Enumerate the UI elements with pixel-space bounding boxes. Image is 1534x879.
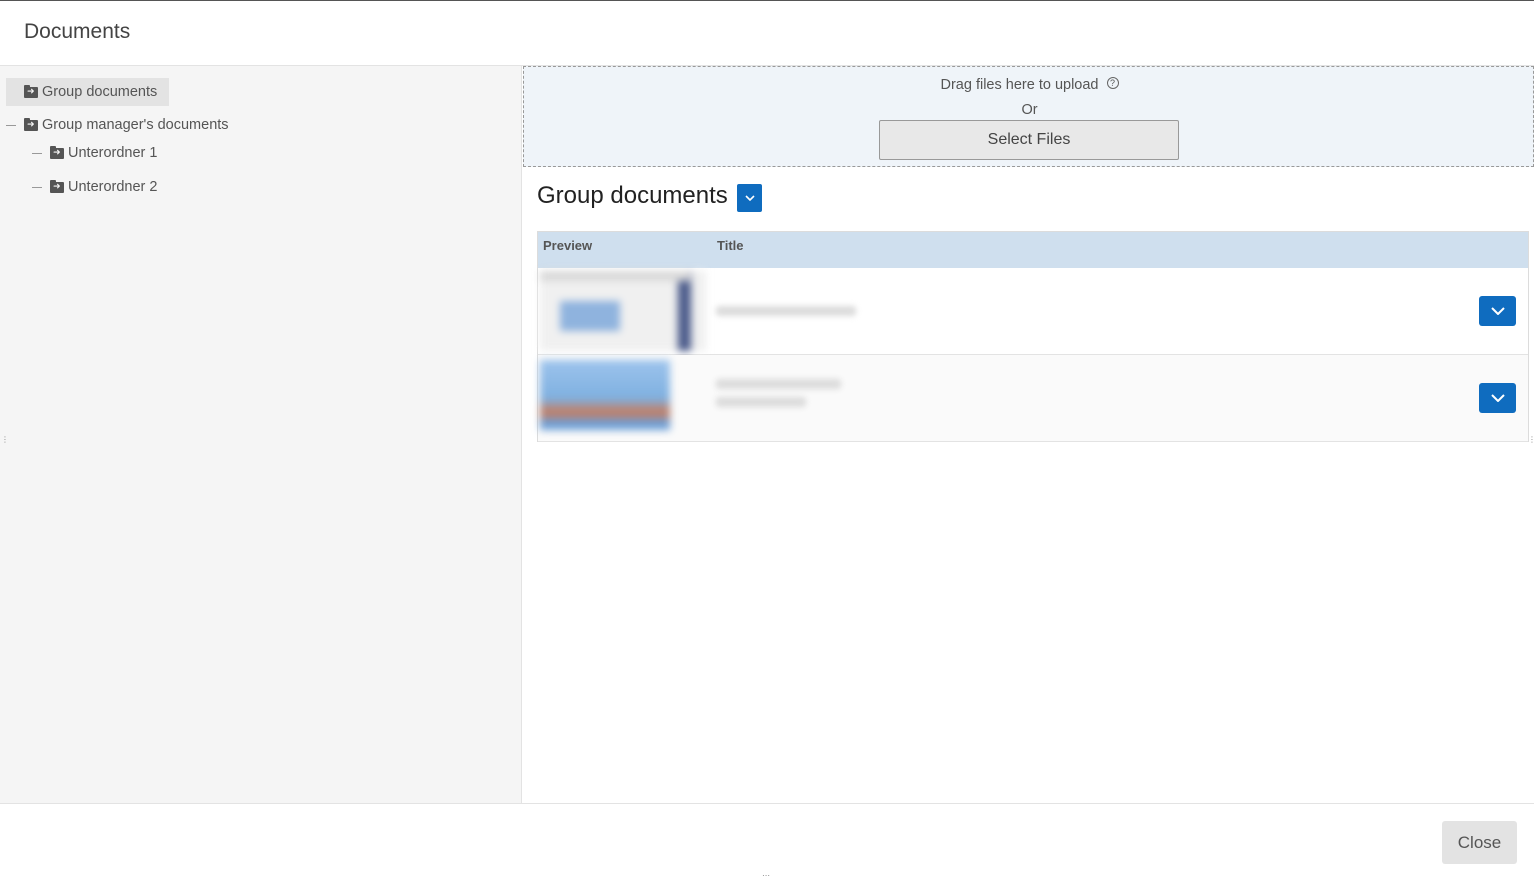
or-text: Or — [1021, 102, 1038, 118]
table-row — [538, 355, 1528, 442]
help-icon[interactable]: ? — [1106, 77, 1119, 89]
tree-item-label: Group documents — [42, 84, 158, 100]
folder-icon — [50, 179, 64, 193]
tree-connector — [6, 125, 16, 126]
folder-heading: Group documents — [537, 182, 728, 209]
documents-pane: Drag files here to upload? Or Select Fil… — [523, 66, 1534, 803]
close-button[interactable]: Close — [1442, 821, 1517, 864]
folder-icon — [50, 145, 64, 159]
table-row — [538, 268, 1528, 355]
dialog-footer: Close — [0, 803, 1534, 879]
tree-item-label: Group manager's documents — [42, 117, 229, 133]
dialog-title: Documents — [24, 20, 131, 43]
chevron-down-icon — [1490, 394, 1505, 402]
tree-item-label: Unterordner 2 — [68, 179, 158, 195]
document-title-redacted — [716, 397, 806, 407]
dialog-header: Documents — [0, 2, 1534, 66]
documents-dialog: Documents Group documents Group manager'… — [0, 0, 1534, 879]
tree-connector — [32, 153, 42, 154]
tree-item-label: Unterordner 1 — [68, 145, 158, 161]
select-files-button[interactable]: Select Files — [879, 120, 1179, 160]
document-actions-dropdown[interactable] — [1479, 296, 1516, 326]
chevron-down-icon — [1490, 307, 1505, 315]
document-title-redacted[interactable] — [716, 379, 841, 389]
document-actions-dropdown[interactable] — [1479, 383, 1516, 413]
upload-dropzone[interactable]: Drag files here to upload? Or Select Fil… — [523, 66, 1534, 167]
drag-text: Drag files here to upload — [940, 77, 1099, 93]
table-header: Preview Title — [538, 232, 1528, 268]
column-header-preview: Preview — [543, 238, 593, 253]
folder-icon — [24, 84, 38, 98]
tree-item-unterordner-1[interactable]: Unterordner 1 — [50, 139, 157, 167]
document-preview-thumbnail[interactable] — [540, 271, 706, 351]
tree-connector — [32, 187, 42, 188]
tree-item-group-documents[interactable]: Group documents — [6, 78, 170, 106]
tree-item-group-managers-documents[interactable]: Group manager's documents — [24, 111, 229, 139]
document-preview-thumbnail[interactable] — [540, 360, 670, 430]
resize-handle-right[interactable]: ⋮ — [1528, 435, 1534, 444]
chevron-down-icon — [744, 195, 755, 201]
folder-actions-dropdown[interactable] — [737, 184, 762, 212]
column-header-title: Title — [717, 238, 744, 253]
dropzone-instructions: Drag files here to upload? — [524, 77, 1534, 93]
resize-handle-bottom[interactable]: ⋯ — [762, 871, 770, 879]
resize-handle-left[interactable]: ⋮ — [1, 435, 9, 444]
document-title-redacted[interactable] — [716, 306, 856, 316]
documents-table: Preview Title — [537, 231, 1529, 442]
folder-tree-pane: Group documents Group manager's document… — [0, 66, 522, 803]
folder-icon — [24, 117, 38, 131]
tree-item-unterordner-2[interactable]: Unterordner 2 — [50, 173, 157, 201]
